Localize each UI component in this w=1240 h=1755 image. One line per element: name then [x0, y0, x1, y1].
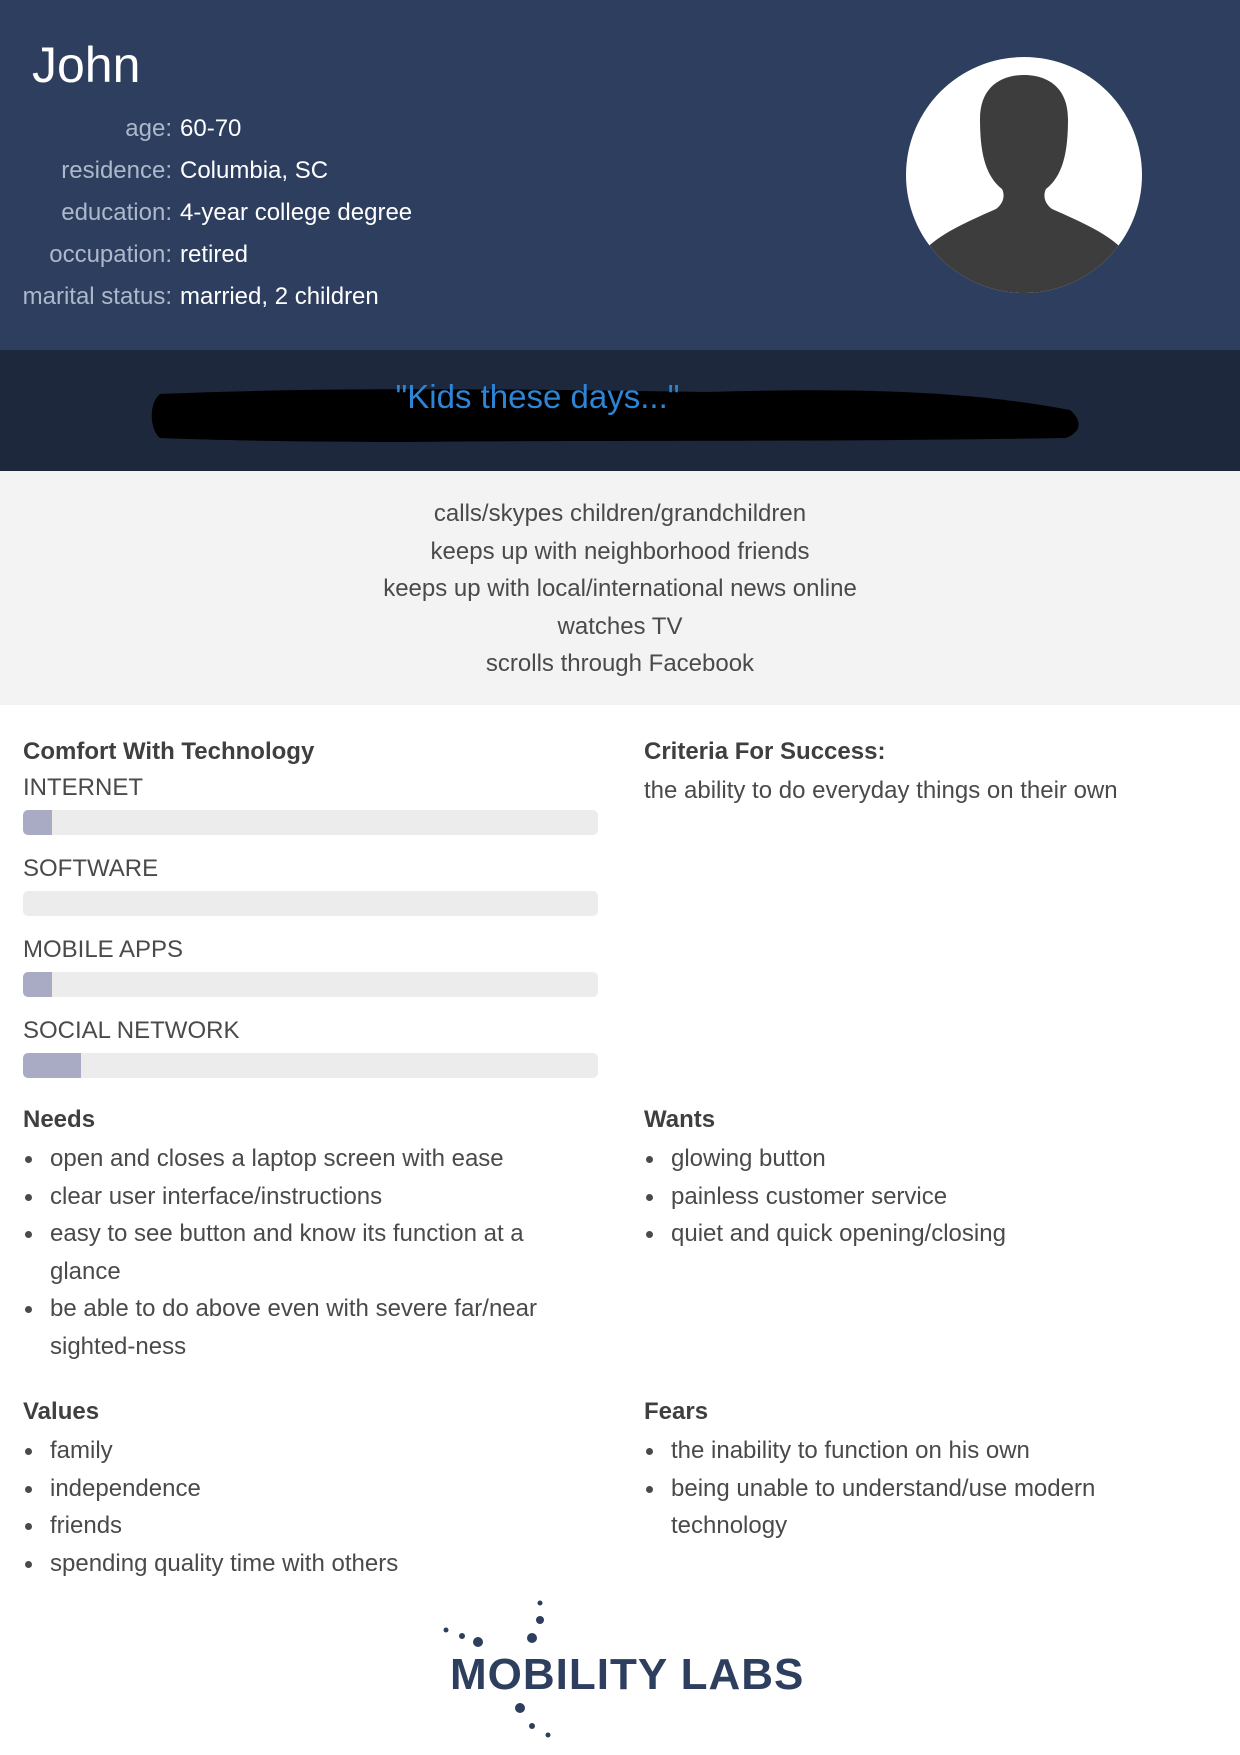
- tech-row-internet: INTERNET: [23, 772, 603, 835]
- tech-row-social-network: SOCIAL NETWORK: [23, 1015, 603, 1078]
- tech-row-software: SOFTWARE: [23, 853, 603, 916]
- list-item: friends: [23, 1507, 583, 1545]
- fact-value: married, 2 children: [180, 283, 379, 310]
- fears-section: Fears the inability to function on his o…: [644, 1396, 1134, 1545]
- fact-label: education:: [61, 199, 172, 226]
- persona-name: John: [32, 37, 141, 93]
- criteria-text: the ability to do everyday things on the…: [644, 777, 1118, 804]
- tech-label: MOBILE APPS: [23, 936, 184, 963]
- list-item: open and closes a laptop screen with eas…: [23, 1140, 563, 1178]
- list-item: keeps up with local/international news o…: [383, 575, 857, 602]
- list-item: independence: [23, 1470, 583, 1508]
- section-title: Criteria For Success:: [644, 738, 886, 765]
- comfort-bar: [23, 891, 598, 916]
- section-title: Needs: [23, 1106, 96, 1133]
- mobility-labs-logo: MOBILITY LABS: [440, 1598, 803, 1748]
- wants-list: glowing button painless customer service…: [644, 1140, 1204, 1253]
- tech-row-mobile-apps: MOBILE APPS: [23, 934, 603, 997]
- list-item: clear user interface/instructions: [23, 1178, 563, 1216]
- fact-value: Columbia, SC: [180, 157, 329, 184]
- persona-header: John age: 60-70 residence: Columbia, SC …: [0, 0, 1240, 350]
- list-item: family: [23, 1432, 583, 1470]
- comfort-section: Comfort With Technology INTERNET SOFTWAR…: [23, 736, 603, 1096]
- section-title: Fears: [644, 1398, 709, 1425]
- activities-panel: calls/skypes children/grandchildren keep…: [0, 471, 1240, 705]
- section-title: Values: [23, 1398, 100, 1425]
- persona-quote: "Kids these days...": [395, 378, 680, 415]
- list-item: calls/skypes children/grandchildren: [433, 500, 807, 527]
- list-item: glowing button: [644, 1140, 1204, 1178]
- list-item: being unable to understand/use modern te…: [644, 1470, 1134, 1545]
- persona-facts: age: 60-70 residence: Columbia, SC educa…: [0, 108, 413, 318]
- fact-marital-status: marital status: married, 2 children: [0, 276, 412, 318]
- fact-occupation: occupation: retired: [0, 234, 412, 276]
- needs-section: Needs open and closes a laptop screen wi…: [23, 1104, 563, 1365]
- fact-label: occupation:: [49, 241, 172, 268]
- section-title: Wants: [644, 1106, 716, 1133]
- values-list: family independence friends spending qua…: [23, 1432, 583, 1582]
- fact-age: age: 60-70: [0, 108, 412, 150]
- fact-label: age:: [125, 115, 172, 142]
- values-section: Values family independence friends spend…: [23, 1396, 583, 1582]
- list-item: the inability to function on his own: [644, 1432, 1134, 1470]
- fact-value: 4-year college degree: [180, 199, 413, 226]
- list-item: spending quality time with others: [23, 1545, 583, 1583]
- tech-label: SOFTWARE: [23, 855, 159, 882]
- comfort-bar-fill: [23, 810, 52, 835]
- fact-residence: residence: Columbia, SC: [0, 150, 412, 192]
- person-silhouette-icon: [906, 75, 1142, 293]
- list-item: painless customer service: [644, 1178, 1204, 1216]
- list-item: easy to see button and know its function…: [23, 1215, 563, 1290]
- fact-value: retired: [180, 241, 249, 268]
- fears-list: the inability to function on his own bei…: [644, 1432, 1134, 1545]
- comfort-bar: [23, 972, 598, 997]
- list-item: scrolls through Facebook: [485, 650, 755, 677]
- tech-label: INTERNET: [23, 774, 143, 801]
- criteria-section: Criteria For Success: the ability to do …: [644, 736, 1224, 809]
- activities-list: calls/skypes children/grandchildren keep…: [0, 471, 1240, 683]
- list-item: be able to do above even with severe far…: [23, 1290, 563, 1365]
- avatar: [906, 57, 1142, 293]
- fact-label: marital status:: [22, 283, 172, 310]
- comfort-bar-fill: [23, 1053, 81, 1078]
- comfort-bar-fill: [23, 972, 52, 997]
- fact-education: education: 4-year college degree: [0, 192, 412, 234]
- comfort-bar: [23, 1053, 598, 1078]
- logo-text: MOBILITY LABS: [450, 1650, 805, 1699]
- fact-value: 60-70: [180, 115, 242, 142]
- comfort-bar: [23, 810, 598, 835]
- list-item: quiet and quick opening/closing: [644, 1215, 1204, 1253]
- list-item: watches TV: [557, 612, 683, 640]
- tech-label: SOCIAL NETWORK: [23, 1017, 240, 1044]
- wants-section: Wants glowing button painless customer s…: [644, 1104, 1204, 1253]
- fact-label: residence:: [61, 157, 172, 184]
- section-title: Comfort With Technology: [23, 738, 315, 765]
- list-item: keeps up with neighborhood friends: [430, 537, 810, 565]
- needs-list: open and closes a laptop screen with eas…: [23, 1140, 563, 1365]
